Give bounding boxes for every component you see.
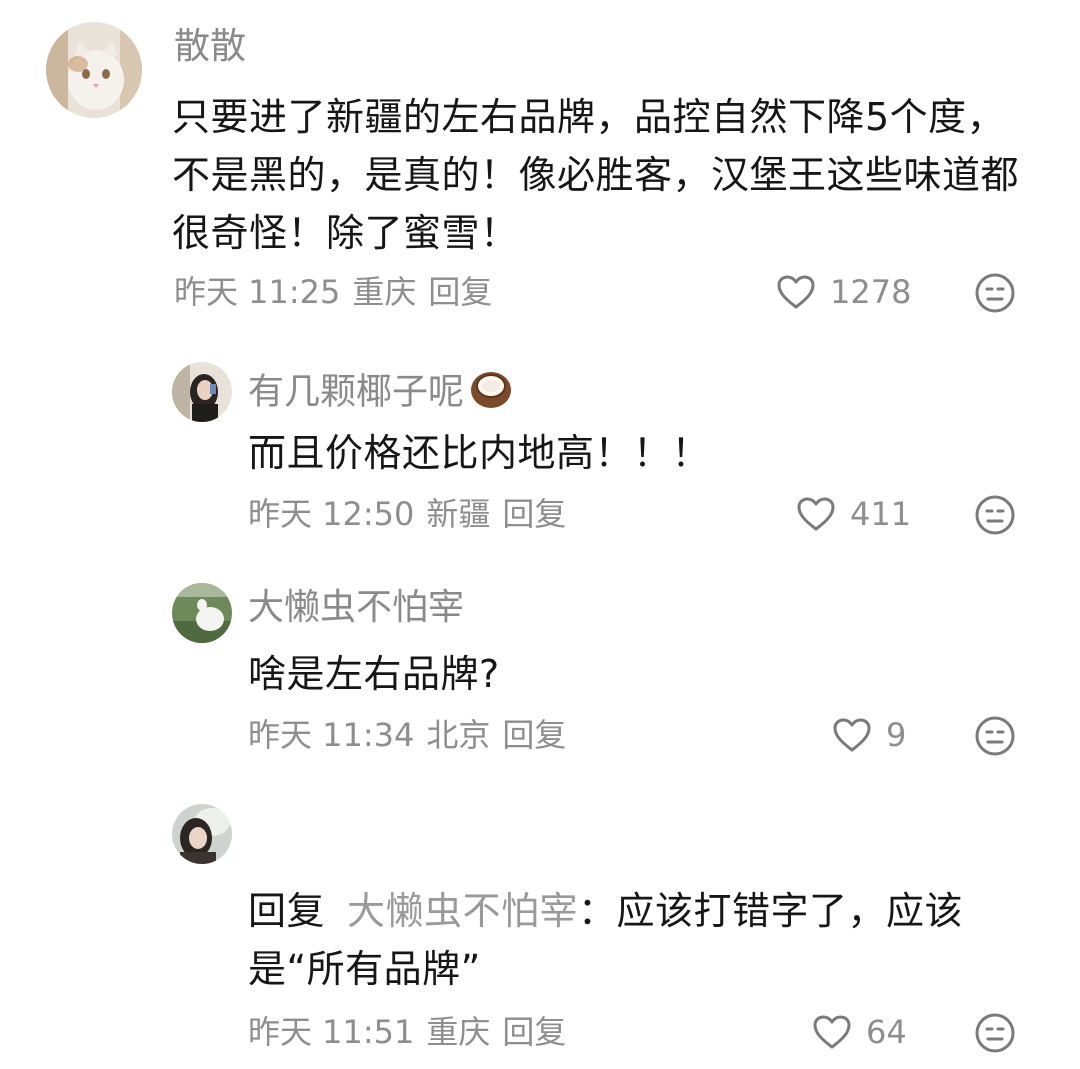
comment-text: 啥是左右品牌? (248, 652, 500, 696)
like-count: 411 (850, 495, 912, 533)
comment-time: 昨天 12:50 (248, 495, 415, 533)
meh-face-icon[interactable] (974, 272, 1016, 314)
comment-username[interactable]: 散散 (174, 25, 246, 69)
comment-meta: 昨天 11:34 北京 回复 (248, 715, 566, 755)
comment-location: 重庆 (426, 1013, 491, 1051)
comment-meta: 昨天 11:51 重庆 回复 (248, 1012, 566, 1052)
reply-target-username[interactable]: 大懒虫不怕宰 (347, 889, 578, 933)
meh-face-icon[interactable] (974, 494, 1016, 536)
heart-outline-icon (812, 1014, 866, 1050)
comment-username[interactable]: 大懒虫不怕宰 (248, 586, 464, 630)
comment-username[interactable]: 有几颗椰子呢 (248, 366, 514, 421)
like-count: 1278 (830, 273, 912, 311)
avatar-girl[interactable] (172, 362, 232, 422)
like-button[interactable]: 1278 (776, 272, 911, 312)
comment-location: 重庆 (352, 273, 417, 311)
reply-button[interactable]: 回复 (502, 495, 566, 533)
meh-face-icon[interactable] (974, 715, 1016, 757)
like-count: 9 (886, 716, 907, 754)
comment-meta: 昨天 11:25 重庆 回复 (174, 272, 492, 312)
comment-text: 而且价格还比内地高！！！ (248, 431, 711, 475)
meh-face-icon[interactable] (974, 1012, 1016, 1054)
avatar-woman[interactable] (172, 804, 232, 864)
comment-text: 只要进了新疆的左右品牌，品控自然下降5个度，不是黑的，是真的！像必胜客，汉堡王这… (172, 95, 1020, 255)
comment-location: 新疆 (426, 495, 491, 533)
heart-outline-icon (832, 717, 886, 753)
like-count: 64 (866, 1013, 907, 1051)
comment-meta: 昨天 12:50 新疆 回复 (248, 494, 566, 534)
coconut-emoji-icon (468, 366, 514, 421)
comment-location: 北京 (426, 716, 491, 754)
comment-time: 昨天 11:34 (248, 716, 415, 754)
reply-prefix: 回复 (248, 889, 326, 933)
reply-button[interactable]: 回复 (502, 716, 566, 754)
heart-outline-icon (796, 496, 850, 532)
avatar-cat[interactable] (46, 22, 142, 118)
reply-button[interactable]: 回复 (502, 1013, 566, 1051)
comment-time: 昨天 11:51 (248, 1013, 415, 1051)
reply-button[interactable]: 回复 (428, 273, 492, 311)
comment-text: 回复 大懒虫不怕宰：应该打错字了，应该是“所有品牌” (248, 882, 1038, 998)
avatar-goose[interactable] (172, 583, 232, 643)
comment-time: 昨天 11:25 (174, 273, 341, 311)
heart-outline-icon (776, 274, 830, 310)
like-button[interactable]: 64 (812, 1012, 907, 1052)
like-button[interactable]: 9 (832, 715, 906, 755)
like-button[interactable]: 411 (796, 494, 911, 534)
